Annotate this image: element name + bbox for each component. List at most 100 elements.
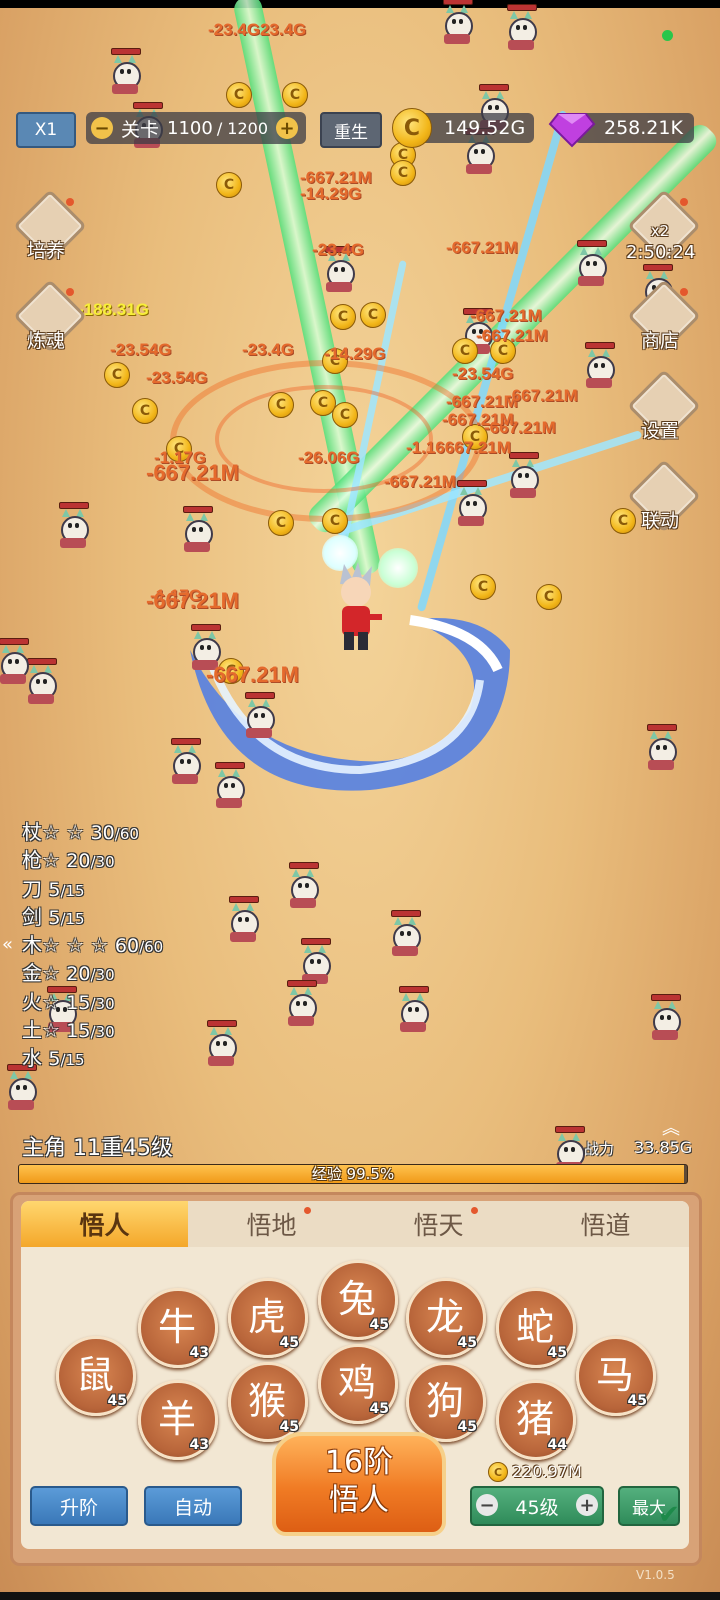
weapon-max-level: /30 bbox=[90, 853, 115, 872]
weapon-max-level: /30 bbox=[90, 966, 115, 985]
zodiac-level: 45 bbox=[457, 1335, 477, 1351]
damage-number: -1.16667.21M bbox=[406, 438, 511, 457]
blue-laser-beam bbox=[416, 110, 568, 613]
stage-prev-button[interactable]: − bbox=[91, 117, 113, 139]
notification-dot bbox=[304, 1207, 311, 1214]
damage-number: -23.4G bbox=[312, 240, 364, 259]
status-bar-strip bbox=[0, 0, 720, 8]
zodiac-node[interactable]: 牛 43 bbox=[138, 1288, 218, 1368]
gold-coin-icon: C bbox=[536, 584, 562, 610]
damage-number: -23.54G bbox=[110, 340, 172, 359]
weapon-row: 枪☆ 20/30 bbox=[22, 846, 222, 874]
weapon-level: 15 bbox=[66, 991, 91, 1014]
monster bbox=[504, 4, 538, 54]
rebirth-button[interactable]: 重生 bbox=[320, 112, 382, 148]
speed-button[interactable]: X1 bbox=[16, 112, 76, 148]
weapon-row: 土☆ 15/30 bbox=[22, 1016, 222, 1044]
advance-tier-button[interactable]: 16阶 悟人 bbox=[272, 1432, 446, 1536]
notification-dot bbox=[66, 288, 74, 296]
tab-dao[interactable]: 悟道 bbox=[522, 1201, 689, 1247]
notification-dot bbox=[66, 198, 74, 206]
refine-soul-label: 炼魂 bbox=[26, 330, 65, 352]
stage-current: 1100 bbox=[167, 117, 213, 139]
weapon-row: 金☆ 20/30 bbox=[22, 959, 222, 987]
gold-coin-icon: C bbox=[452, 338, 478, 364]
refine-soul-button[interactable]: 炼魂 bbox=[12, 279, 87, 358]
gold-coin-icon: C bbox=[332, 402, 358, 428]
weapon-row: 剑 5/15 bbox=[22, 903, 222, 931]
weapon-name: 木 bbox=[22, 933, 42, 958]
weapon-level-list: 杖☆ ☆ 30/60 枪☆ 20/30 刀 5/15 剑 5/15 木☆ ☆ ☆ 60/… bbox=[22, 818, 222, 1073]
weapon-name: 剑 bbox=[22, 904, 42, 929]
goat-icon: 羊 bbox=[157, 1396, 196, 1441]
damage-number: -23.54G bbox=[146, 368, 208, 387]
gold-coin-icon: C bbox=[322, 508, 348, 534]
monster bbox=[454, 480, 488, 530]
notification-dot bbox=[680, 198, 688, 206]
weapon-max-level: /30 bbox=[90, 1023, 115, 1042]
weapon-stars: ☆ bbox=[42, 1018, 60, 1043]
hero-rank: 主角 11重45级 bbox=[22, 1130, 173, 1162]
zodiac-node[interactable]: 鼠 45 bbox=[56, 1336, 136, 1416]
pig-icon: 猪 bbox=[515, 1396, 554, 1441]
weapon-stars: ☆ bbox=[42, 848, 60, 873]
zodiac-node[interactable]: 猴 45 bbox=[228, 1362, 308, 1442]
weapon-max-level: /60 bbox=[139, 938, 164, 957]
tab-human[interactable]: 悟人 bbox=[21, 1201, 188, 1247]
notification-dot bbox=[680, 288, 688, 296]
stage-label: 关卡 bbox=[121, 118, 160, 141]
gold-coin-icon: C bbox=[132, 398, 158, 424]
monster bbox=[440, 0, 474, 48]
weapon-level: 5 bbox=[48, 906, 61, 929]
weapon-stars: ☆ ☆ bbox=[42, 820, 85, 844]
tab-heaven[interactable]: 悟天 bbox=[355, 1201, 522, 1247]
monster bbox=[168, 738, 202, 788]
battle-scene: CCCCCCCCCCCCCCCCCCCCCCC -23.4G23.4G -667.… bbox=[0, 0, 720, 1600]
monster bbox=[644, 724, 678, 774]
zodiac-node[interactable]: 羊 43 bbox=[138, 1380, 218, 1460]
advance-tier-line1: 16阶 bbox=[324, 1445, 394, 1480]
upgrade-tier-button[interactable]: 升阶 bbox=[30, 1486, 128, 1526]
chevron-up-icon[interactable]: ︽ bbox=[662, 1114, 680, 1140]
link-button[interactable]: 联动 bbox=[626, 459, 701, 538]
level-increase-button[interactable]: + bbox=[576, 1494, 598, 1516]
gold-coin-icon: C bbox=[268, 392, 294, 418]
shop-label: 商店 bbox=[640, 330, 679, 352]
zodiac-node[interactable]: 猪 44 bbox=[496, 1380, 576, 1460]
monster bbox=[4, 1064, 38, 1114]
tab-earth[interactable]: 悟地 bbox=[188, 1201, 355, 1247]
version-label: V1.0.5 bbox=[636, 1568, 675, 1582]
level-decrease-button[interactable]: − bbox=[476, 1494, 498, 1516]
shop-button[interactable]: 商店 bbox=[626, 279, 701, 358]
rat-icon: 鼠 bbox=[75, 1352, 114, 1397]
rooster-icon: 鸡 bbox=[337, 1360, 376, 1405]
zodiac-node[interactable]: 马 45 bbox=[576, 1336, 656, 1416]
damage-number: -23.54G bbox=[452, 364, 514, 383]
gold-coin-icon: C bbox=[268, 510, 294, 536]
gold-coin-icon: C bbox=[330, 304, 356, 330]
stage-next-button[interactable]: + bbox=[276, 117, 299, 139]
cultivate-button[interactable]: 培养 bbox=[12, 189, 87, 268]
weapon-level: 60 bbox=[114, 935, 140, 958]
double-speed-button[interactable]: x2 2:50:24 bbox=[626, 189, 701, 268]
settings-button[interactable]: 设置 bbox=[626, 369, 701, 448]
zodiac-level: 45 bbox=[369, 1401, 389, 1417]
zodiac-level: 43 bbox=[189, 1437, 209, 1453]
weapon-name: 土 bbox=[22, 1018, 42, 1043]
zodiac-node[interactable]: 蛇 45 bbox=[496, 1288, 576, 1368]
auto-button[interactable]: 自动 bbox=[144, 1486, 242, 1526]
zodiac-node[interactable]: 鸡 45 bbox=[318, 1344, 398, 1424]
gold-coin-icon: C bbox=[104, 362, 130, 388]
zodiac-node[interactable]: 龙 45 bbox=[406, 1278, 486, 1358]
zodiac-node[interactable]: 兔 45 bbox=[318, 1260, 398, 1340]
zodiac-node[interactable]: 狗 45 bbox=[406, 1362, 486, 1442]
monster bbox=[574, 240, 608, 290]
level-select-value: 45级 bbox=[515, 1496, 559, 1519]
notification-dot bbox=[471, 1207, 478, 1214]
damage-number: -667.21M bbox=[300, 168, 372, 187]
collapse-arrow-icon[interactable]: « bbox=[2, 934, 14, 955]
settings-label: 设置 bbox=[640, 420, 679, 442]
gold-coin-icon: C bbox=[488, 1462, 508, 1482]
zodiac-node[interactable]: 虎 45 bbox=[228, 1278, 308, 1358]
monster bbox=[506, 452, 540, 502]
